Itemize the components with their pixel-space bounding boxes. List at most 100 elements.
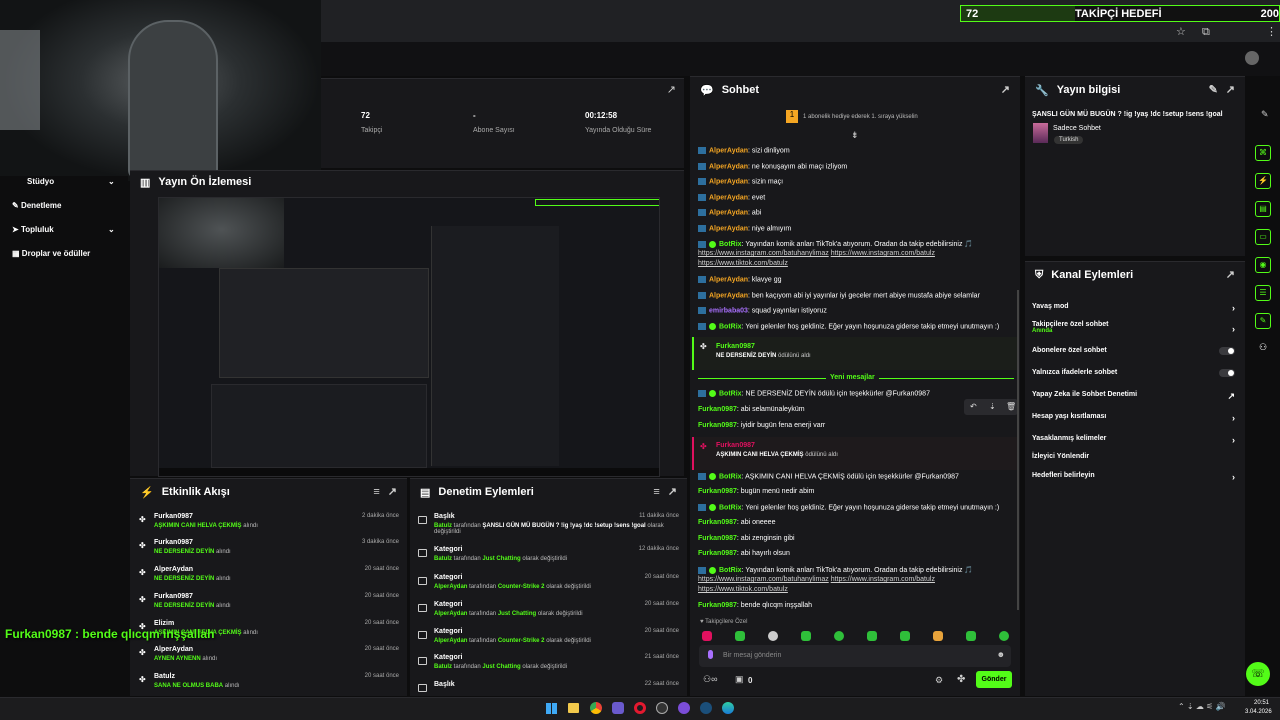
- chat-link[interactable]: https://www.tiktok.com/batulz: [698, 260, 788, 267]
- emote-icon[interactable]: [933, 631, 943, 641]
- chat-scrollbar[interactable]: [1017, 290, 1019, 610]
- explorer-icon[interactable]: [568, 703, 579, 713]
- emotes-only-item[interactable]: Yalnızca ifadelerle sohbet: [1032, 369, 1237, 377]
- tag-chip[interactable]: Turkish: [1054, 136, 1084, 144]
- emote-icon[interactable]: [834, 631, 844, 641]
- app2-icon[interactable]: [678, 702, 690, 714]
- steam-icon[interactable]: [700, 702, 712, 714]
- edit-icon[interactable]: ✎: [1209, 84, 1218, 96]
- rail-users-icon[interactable]: ⚇: [1259, 342, 1267, 353]
- popout-icon[interactable]: ↗: [1226, 84, 1235, 96]
- chat-user[interactable]: AlperAydan: [709, 194, 748, 201]
- chat-link[interactable]: https://www.instagram.com/batuhanylimaz: [698, 250, 829, 257]
- chat-user[interactable]: AlperAydan: [709, 225, 748, 232]
- extensions-icon[interactable]: ⧉: [1202, 27, 1210, 38]
- emote-icon[interactable]: [801, 631, 811, 641]
- reply-icon[interactable]: ↶: [970, 402, 977, 411]
- emote-icon[interactable]: [735, 631, 745, 641]
- rail-lightning-icon[interactable]: ⚡: [1255, 173, 1271, 189]
- opera-icon[interactable]: [634, 702, 646, 714]
- chat-user[interactable]: Furkan0987: [698, 488, 737, 495]
- mic-icon[interactable]: [708, 650, 713, 659]
- preview-video[interactable]: [158, 197, 660, 477]
- sidebar-item-community[interactable]: ➤ Topluluk ⌄: [12, 225, 115, 234]
- sidebar-item-moderation[interactable]: ✎ Denetleme: [12, 201, 61, 210]
- box-icon[interactable]: ▣: [735, 675, 744, 684]
- obs-icon[interactable]: [656, 702, 668, 714]
- category-name[interactable]: Sadece Sohbet: [1053, 125, 1101, 132]
- chat-user[interactable]: BotRix: [719, 241, 742, 248]
- popout-icon[interactable]: ↗: [668, 486, 677, 498]
- rail-actions-icon[interactable]: ☰: [1255, 285, 1271, 301]
- pin-icon[interactable]: ⇣: [989, 402, 996, 411]
- chat-user[interactable]: Furkan0987: [698, 406, 737, 413]
- redeem-user[interactable]: Furkan0987: [716, 343, 755, 350]
- viewers-icon[interactable]: ⚇∞: [703, 675, 717, 684]
- emote-icon[interactable]: [966, 631, 976, 641]
- settings-icon[interactable]: ⚙: [935, 676, 943, 685]
- emoji-icon[interactable]: ☻: [997, 650, 1005, 659]
- emote-icon[interactable]: [999, 631, 1009, 641]
- account-age-item[interactable]: Hesap yaşı kısıtlaması ›: [1032, 413, 1237, 423]
- chat-user[interactable]: AlperAydan: [709, 163, 748, 170]
- chat-user[interactable]: BotRix: [719, 390, 742, 397]
- chat-user[interactable]: Furkan0987: [698, 535, 737, 542]
- rail-document-icon[interactable]: ▤: [1255, 201, 1271, 217]
- slow-mode-item[interactable]: Yavaş mod ›: [1032, 303, 1237, 313]
- chat-link[interactable]: https://www.instagram.com/batuhanylimaz: [698, 576, 829, 583]
- subs-only-item[interactable]: Abonelere özel sohbet: [1032, 347, 1237, 355]
- emote-icon[interactable]: [900, 631, 910, 641]
- banned-words-item[interactable]: Yasaklanmış kelimeler ›: [1032, 435, 1237, 445]
- chrome-icon[interactable]: [590, 702, 602, 714]
- pinned-icon[interactable]: ⇟: [851, 131, 859, 140]
- chat-user[interactable]: BotRix: [719, 323, 742, 330]
- emotes-only-toggle[interactable]: [1219, 369, 1235, 377]
- gift-banner[interactable]: 1 1 abonelik hediye ederek 1. sıraya yüks…: [786, 110, 918, 123]
- menu-icon[interactable]: ⋮: [1266, 27, 1277, 38]
- filter-icon[interactable]: ≡: [373, 486, 379, 498]
- tray-icons[interactable]: ⌃ ⇣ ☁ ⚟ 🔊: [1178, 703, 1225, 711]
- edit-pencil-icon[interactable]: ✎: [1261, 110, 1269, 119]
- popout-icon[interactable]: ↗: [1226, 269, 1235, 281]
- popout-icon[interactable]: ↗: [1001, 84, 1010, 96]
- chat-user[interactable]: AlperAydan: [709, 209, 748, 216]
- rail-broadcast-icon[interactable]: ◉: [1255, 257, 1271, 273]
- chat-link[interactable]: https://www.tiktok.com/batulz: [698, 586, 788, 593]
- filter-icon[interactable]: ≡: [653, 486, 659, 498]
- chat-user[interactable]: BotRix: [719, 567, 742, 574]
- chat-user[interactable]: Furkan0987: [698, 602, 737, 609]
- delete-icon[interactable]: 🗑: [1006, 402, 1016, 411]
- emote-icon[interactable]: [768, 631, 778, 641]
- subs-only-toggle[interactable]: [1219, 347, 1235, 355]
- chat-user[interactable]: AlperAydan: [709, 292, 748, 299]
- chat-user[interactable]: AlperAydan: [709, 276, 748, 283]
- chat-user[interactable]: emirbaba03: [709, 307, 748, 314]
- goals-item[interactable]: Hedefleri belirleyin ›: [1032, 472, 1237, 482]
- rail-stats-icon[interactable]: ⌘: [1255, 145, 1271, 161]
- ai-moderation-item[interactable]: Yapay Zeka ile Sohbet Denetimi ↗: [1032, 391, 1237, 401]
- emote-icon[interactable]: [702, 631, 712, 641]
- start-icon[interactable]: [546, 703, 557, 714]
- gift-icon[interactable]: ✤: [957, 675, 965, 685]
- edge-icon[interactable]: [722, 702, 734, 714]
- chat-user[interactable]: AlperAydan: [709, 178, 748, 185]
- redeem-user[interactable]: Furkan0987: [716, 442, 755, 449]
- rail-wrench-icon[interactable]: ✎: [1255, 313, 1271, 329]
- chat-bubble-button[interactable]: ☏: [1246, 662, 1270, 686]
- chat-user[interactable]: Furkan0987: [698, 519, 737, 526]
- chat-user[interactable]: Furkan0987: [698, 550, 737, 557]
- star-icon[interactable]: ☆: [1176, 27, 1186, 38]
- chat-user[interactable]: BotRix: [719, 504, 742, 511]
- popout-icon[interactable]: ↗: [667, 85, 676, 96]
- sidebar-item-studio[interactable]: Stüdyo ⌄: [12, 177, 115, 186]
- rail-chat-icon[interactable]: ▭: [1255, 229, 1271, 245]
- chat-user[interactable]: Furkan0987: [698, 422, 737, 429]
- popout-icon[interactable]: ↗: [388, 486, 397, 498]
- sidebar-item-drops[interactable]: ▦ Droplar ve ödüller: [12, 249, 90, 258]
- raid-item[interactable]: İzleyici Yönlendir: [1032, 453, 1237, 460]
- chat-link[interactable]: https://www.instagram.com/batulz: [831, 576, 935, 583]
- chat-input[interactable]: Bir mesaj gönderin ☻: [699, 645, 1011, 667]
- chat-user[interactable]: AlperAydan: [709, 147, 748, 154]
- send-button[interactable]: Gönder: [976, 671, 1012, 688]
- chat-link[interactable]: https://www.instagram.com/batulz: [831, 250, 935, 257]
